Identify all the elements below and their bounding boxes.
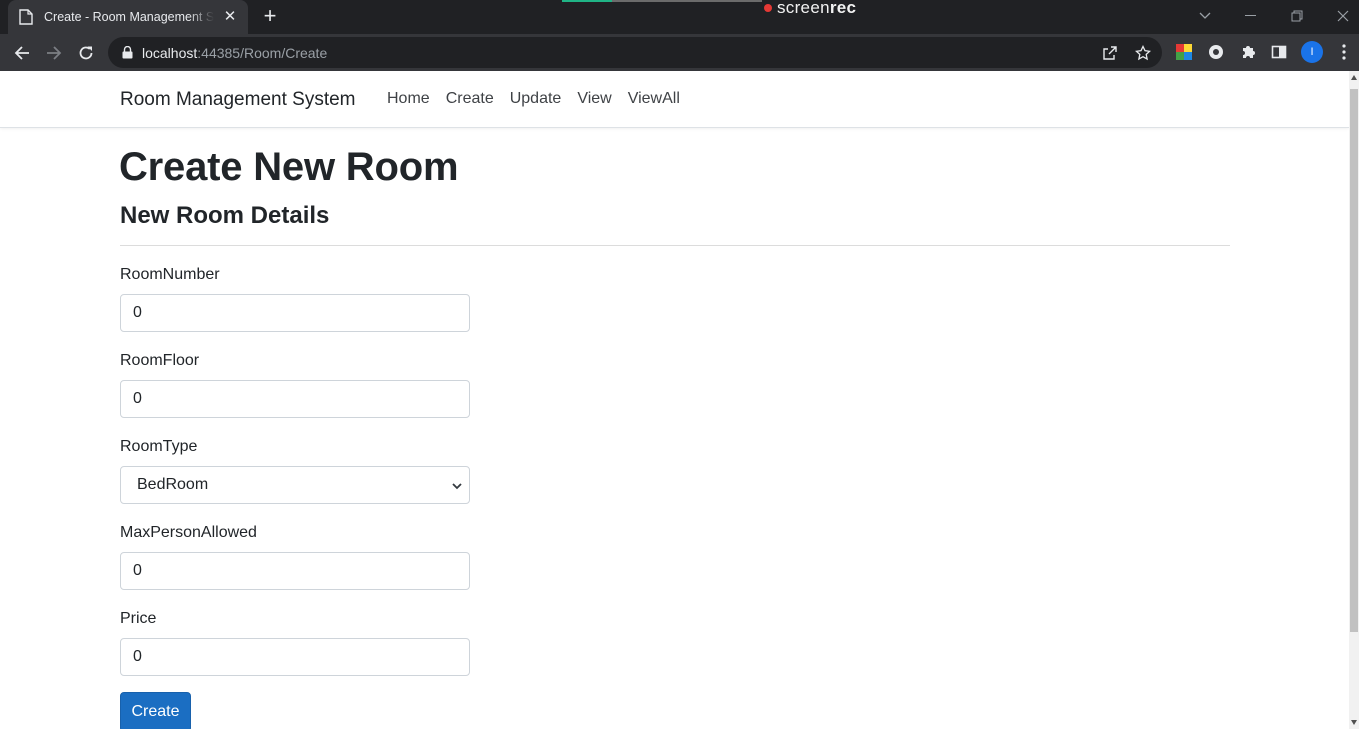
close-icon[interactable]: ✕ [222, 9, 238, 25]
scroll-thumb[interactable] [1350, 89, 1358, 632]
room-type-label: RoomType [120, 438, 198, 455]
recording-track-bar [612, 0, 762, 2]
screenrec-logo-suffix: rec [829, 0, 857, 17]
browser-tab[interactable]: Create - Room Management System ✕ [8, 0, 248, 34]
url-host: localhost [142, 44, 198, 61]
window-close-icon[interactable] [1332, 6, 1354, 26]
record-dot-icon [764, 4, 772, 12]
chevron-down-icon [451, 479, 463, 491]
screenrec-logo-prefix: screen [777, 0, 830, 17]
max-person-input[interactable]: 0 [120, 552, 470, 590]
divider [120, 245, 1230, 246]
minimize-icon[interactable] [1240, 6, 1262, 26]
max-person-label: MaxPersonAllowed [120, 524, 257, 541]
scroll-up-arrow-icon[interactable] [1351, 75, 1357, 80]
price-input[interactable]: 0 [120, 638, 470, 676]
bookmark-star-icon[interactable] [1134, 44, 1152, 62]
nav-link-update[interactable]: Update [510, 90, 562, 108]
price-label: Price [120, 610, 157, 627]
forward-arrow-icon[interactable] [41, 40, 67, 66]
extension-circle-icon[interactable] [1207, 43, 1225, 61]
share-icon[interactable] [1101, 44, 1119, 62]
room-type-select[interactable]: BedRoom [120, 466, 470, 504]
nav-link-view[interactable]: View [577, 90, 611, 108]
scroll-down-arrow-icon[interactable] [1351, 720, 1357, 725]
nav-link-create[interactable]: Create [446, 90, 494, 108]
restore-icon[interactable] [1286, 6, 1308, 26]
nav-links: Home Create Update View ViewAll [387, 90, 696, 108]
address-bar[interactable]: localhost:44385/Room/Create [108, 37, 1162, 68]
room-floor-label: RoomFloor [120, 352, 200, 369]
page-subtitle: New Room Details [120, 202, 330, 229]
lock-icon[interactable] [120, 46, 134, 60]
tab-title: Create - Room Management System [44, 10, 214, 24]
page-icon [18, 9, 34, 25]
create-button[interactable]: Create [120, 692, 191, 729]
browser-toolbar: localhost:44385/Room/Create I [0, 34, 1359, 71]
nav-link-home[interactable]: Home [387, 90, 430, 108]
room-number-label: RoomNumber [120, 266, 220, 283]
new-tab-plus-icon[interactable]: + [258, 5, 282, 29]
back-arrow-icon[interactable] [9, 40, 35, 66]
page-viewport: Room Management System Home Create Updat… [0, 71, 1359, 729]
nav-link-viewall[interactable]: ViewAll [628, 90, 680, 108]
browser-titlebar: Create - Room Management System ✕ + scre… [0, 0, 1359, 34]
side-panel-icon[interactable] [1270, 43, 1288, 61]
room-type-selected-value: BedRoom [137, 476, 209, 493]
profile-avatar[interactable]: I [1301, 41, 1323, 63]
color-extension-icon[interactable] [1175, 43, 1193, 61]
tab-search-chevron-icon[interactable] [1194, 6, 1216, 26]
navbar-brand[interactable]: Room Management System [120, 89, 356, 111]
screenrec-logo: screen rec [764, 0, 856, 17]
kebab-menu-icon[interactable] [1335, 43, 1353, 61]
site-navbar: Room Management System Home Create Updat… [0, 71, 1349, 128]
page-title: Create New Room [119, 145, 459, 189]
room-floor-input[interactable]: 0 [120, 380, 470, 418]
reload-icon[interactable] [73, 40, 99, 66]
room-number-input[interactable]: 0 [120, 294, 470, 332]
url-path: :44385/Room/Create [197, 44, 328, 61]
recording-indicator-bar [562, 0, 612, 2]
page-scrollbar[interactable] [1349, 71, 1359, 729]
extensions-puzzle-icon[interactable] [1239, 43, 1257, 61]
